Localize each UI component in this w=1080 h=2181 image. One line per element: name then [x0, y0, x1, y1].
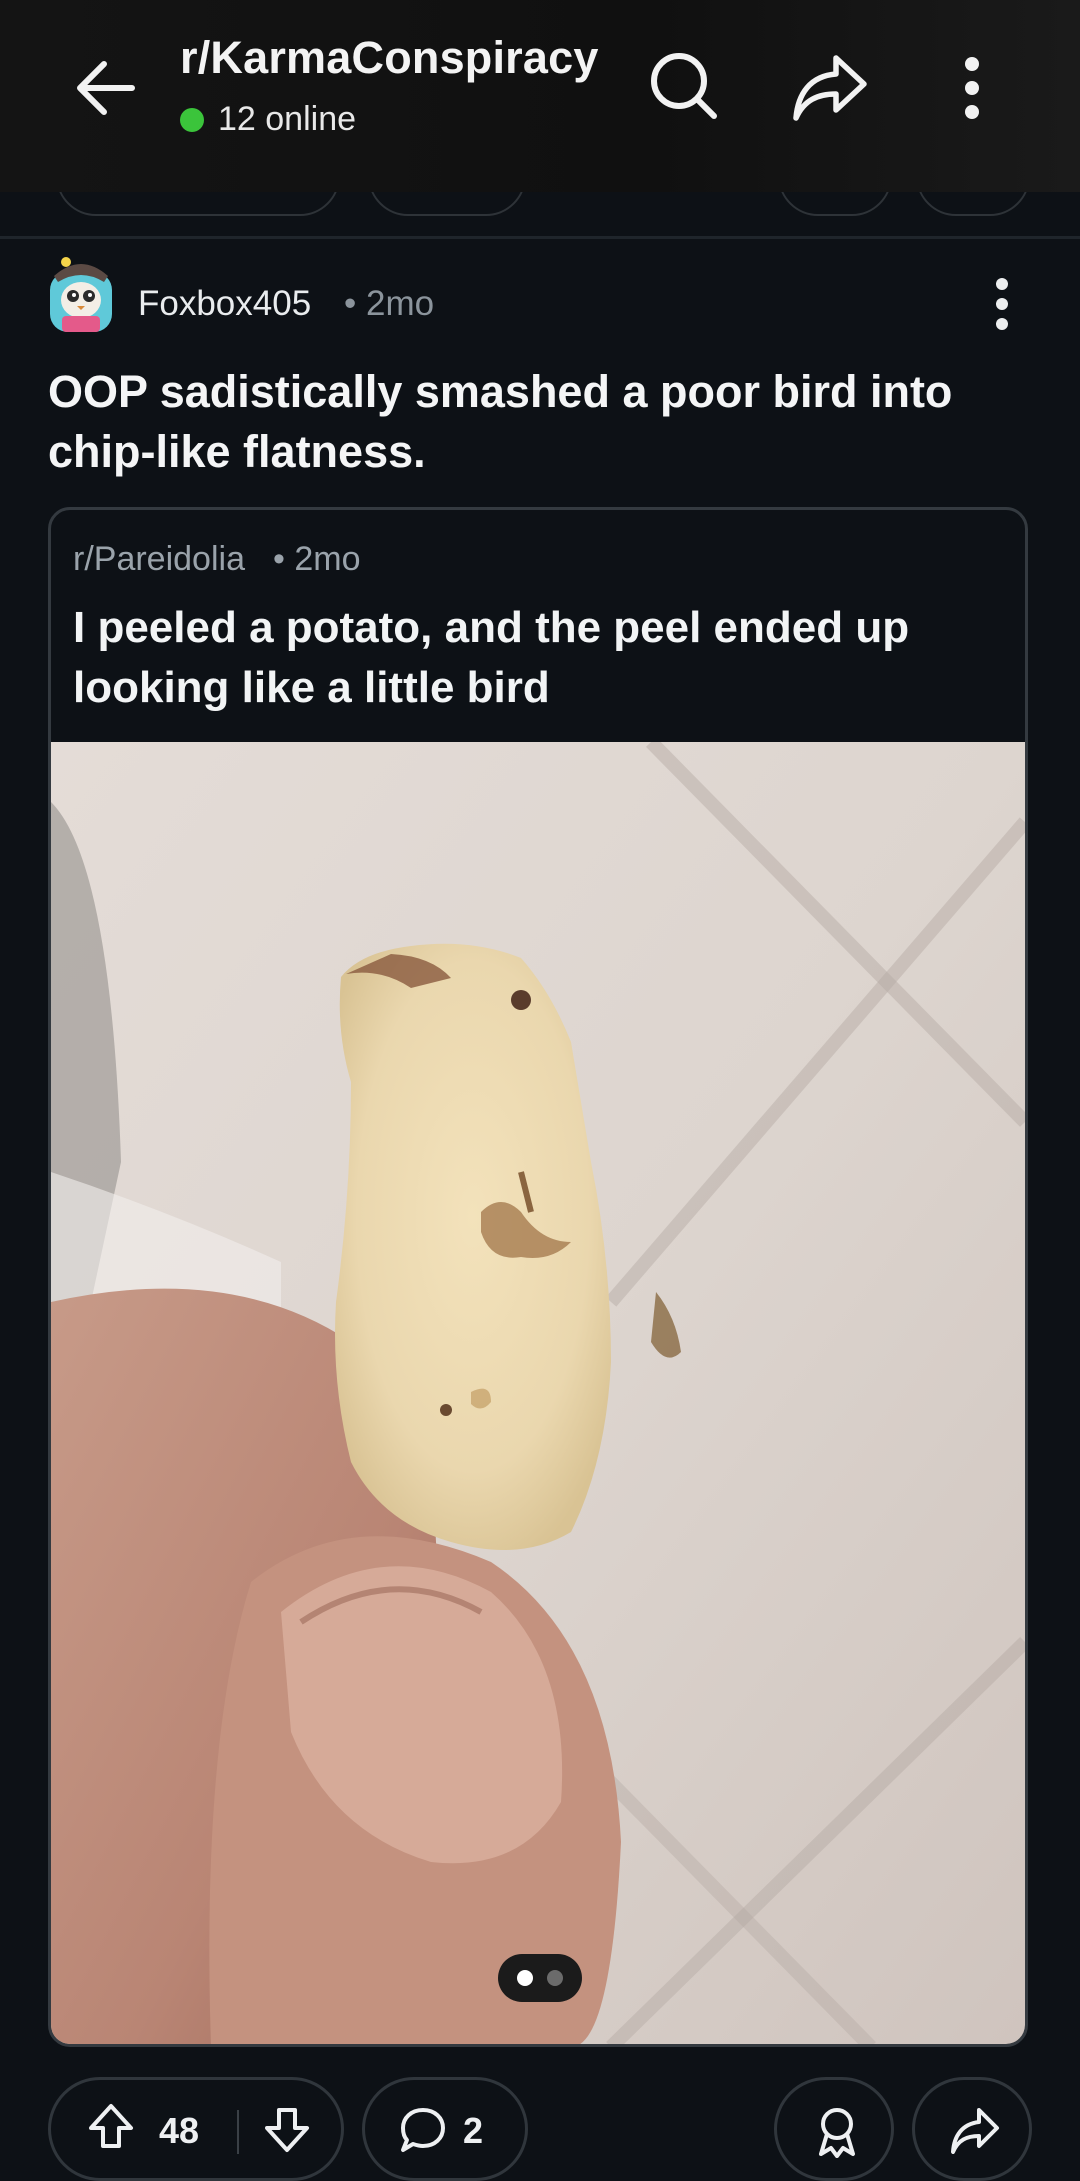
share-icon — [949, 2106, 1001, 2154]
share-icon[interactable] — [790, 50, 870, 126]
post-title[interactable]: OOP sadistically smashed a poor bird int… — [48, 362, 1038, 482]
award-icon — [813, 2106, 861, 2158]
peek-chip — [916, 192, 1030, 216]
online-count: 12 online — [218, 100, 357, 138]
upvote-count: 48 — [159, 2110, 200, 2151]
downvote-icon[interactable] — [263, 2106, 311, 2154]
post-image[interactable] — [51, 742, 1025, 2044]
vote-pill: 48 — [48, 2077, 344, 2181]
crosspost-age: • 2mo — [272, 540, 361, 578]
crosspost-meta: r/Pareidolia • 2mo — [73, 540, 360, 579]
crosspost-subreddit[interactable]: r/Pareidolia — [73, 540, 245, 578]
award-button[interactable] — [774, 2077, 894, 2181]
back-arrow-icon[interactable] — [70, 50, 146, 126]
post-more-icon[interactable] — [988, 276, 1016, 332]
post-action-bar: 48 2 — [0, 2077, 1080, 2181]
peek-chip — [368, 192, 526, 216]
post-author[interactable]: Foxbox405 — [138, 284, 311, 324]
peek-chip — [56, 192, 340, 216]
gallery-pager — [498, 1954, 582, 2002]
top-app-bar: r/KarmaConspiracy 12 online — [0, 0, 1080, 192]
pager-dot-active — [517, 1970, 533, 1986]
pager-dot — [547, 1970, 563, 1986]
comment-count: 2 — [463, 2110, 484, 2151]
crosspost-title[interactable]: I peeled a potato, and the peel ended up… — [73, 598, 1003, 718]
previous-post-actions-peek — [0, 192, 1080, 236]
search-icon[interactable] — [646, 48, 722, 124]
upvote-icon[interactable] — [87, 2102, 135, 2150]
vote-divider — [237, 2110, 239, 2154]
subreddit-title[interactable]: r/KarmaConspiracy — [180, 32, 599, 84]
share-button[interactable] — [912, 2077, 1032, 2181]
peek-chip — [778, 192, 892, 216]
online-dot — [180, 107, 204, 132]
post-age: • 2mo — [344, 284, 435, 323]
comments-button[interactable]: 2 — [362, 2077, 528, 2181]
comment-icon — [399, 2106, 447, 2154]
crosspost-card[interactable]: r/Pareidolia • 2mo I peeled a potato, and… — [48, 507, 1028, 2047]
avatar[interactable] — [44, 250, 118, 336]
more-vertical-icon[interactable] — [950, 50, 994, 126]
feed-divider — [0, 236, 1080, 239]
online-status: 12 online — [180, 100, 356, 139]
